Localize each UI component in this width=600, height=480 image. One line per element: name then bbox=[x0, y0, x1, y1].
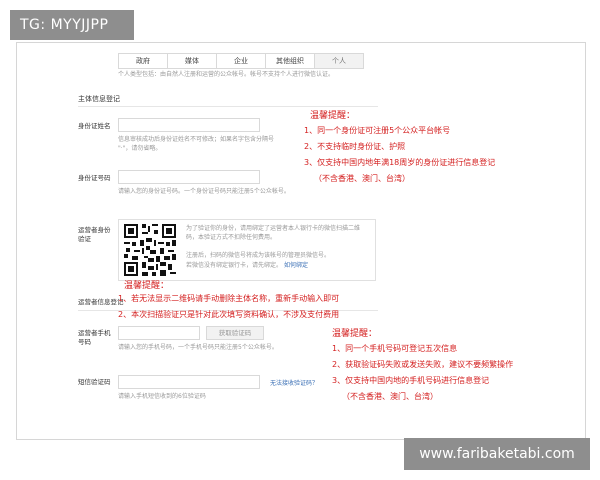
tab-media[interactable]: 媒体 bbox=[167, 53, 217, 69]
warning-box-qr: 温馨提醒： 1、若无法显示二维码请手动删除主体名称，重新手动输入即可 2、本次扫… bbox=[118, 278, 339, 323]
warning-title: 温馨提醒： bbox=[124, 281, 170, 291]
tab-government[interactable]: 政府 bbox=[118, 53, 168, 69]
phone-input[interactable] bbox=[118, 326, 200, 340]
warning-line: 2、不支持临时身份证、护照 bbox=[304, 142, 406, 151]
type-hint: 个人类型包括：由自然人注册和运营的公众帐号。帐号不支持个人进行微信认证。 bbox=[118, 71, 335, 78]
warning-title: 温馨提醒： bbox=[332, 329, 378, 339]
warning-box-id: 温馨提醒： 1、同一个身份证可注册5个公众平台帐号 2、不支持临时身份证、护照 … bbox=[304, 108, 495, 187]
channel-tag: TG: MYYJJPP bbox=[10, 10, 134, 40]
qr-code-icon[interactable] bbox=[122, 222, 178, 278]
tab-individual[interactable]: 个人 bbox=[314, 53, 364, 69]
id-name-hint: 信息审核成功后身份证姓名不可修改；如果名字包含分隔号 "·"，请勿省略。 bbox=[118, 136, 275, 152]
tab-enterprise[interactable]: 企业 bbox=[216, 53, 266, 69]
warning-line: 3、仅支持中国内地年满18周岁的身份证进行信息登记 bbox=[304, 158, 496, 167]
warning-line: 2、获取验证码失败或发送失败，建议不要频繁操作 bbox=[332, 360, 514, 369]
phone-hint: 请输入您的手机号码，一个手机号码只能注册5个公众帐号。 bbox=[118, 344, 278, 351]
sms-label: 短信验证码 bbox=[78, 378, 111, 386]
warning-line: 2、本次扫描验证只是针对此次填写资料确认，不涉及支付费用 bbox=[118, 310, 340, 319]
sms-code-input[interactable] bbox=[118, 375, 260, 389]
id-number-label: 身份证号码 bbox=[78, 174, 111, 182]
warning-box-phone: 温馨提醒： 1、同一个手机号码可登记五次信息 2、获取验证码失败或发送失败，建议… bbox=[332, 326, 513, 405]
account-type-tabs: 政府 媒体 企业 其他组织 个人 bbox=[118, 53, 364, 69]
id-number-input[interactable] bbox=[118, 170, 260, 184]
operator-verify-label: 运营者身份 验证 bbox=[78, 226, 111, 243]
tab-other-org[interactable]: 其他组织 bbox=[265, 53, 315, 69]
warning-title: 温馨提醒： bbox=[310, 111, 356, 121]
warning-line: 1、同一个身份证可注册5个公众平台帐号 bbox=[304, 126, 451, 135]
how-to-bind-link[interactable]: 如何绑定 bbox=[284, 262, 308, 269]
verify-note-2: 若微信没有绑定银行卡，请先绑定。 如何绑定 bbox=[186, 262, 308, 269]
site-watermark: www.faribaketabi.com bbox=[404, 438, 590, 470]
sms-hint: 请输入手机短信收到的6位验证码 bbox=[118, 393, 206, 400]
id-name-label: 身份证姓名 bbox=[78, 122, 111, 130]
operator-info-label: 运营者信息登记 bbox=[78, 298, 124, 306]
verify-note: 注册后，扫码的微信号将成为该帐号的管理员微信号。 bbox=[186, 252, 331, 259]
phone-label: 运营者手机 号码 bbox=[78, 329, 111, 346]
get-code-button[interactable]: 获取验证码 bbox=[206, 326, 264, 340]
divider bbox=[78, 106, 378, 107]
warning-line: （不含香港、澳门、台湾） bbox=[342, 392, 438, 401]
id-number-hint: 请输入您的身份证号码。一个身份证号码只能注册5个公众帐号。 bbox=[118, 188, 290, 195]
warning-line: 1、若无法显示二维码请手动删除主体名称，重新手动输入即可 bbox=[118, 294, 340, 303]
warning-line: （不含香港、澳门、台湾） bbox=[314, 174, 410, 183]
warning-line: 1、同一个手机号码可登记五次信息 bbox=[332, 344, 458, 353]
id-name-input[interactable] bbox=[118, 118, 260, 132]
verify-description: 为了验证你的身份，请用绑定了运营者本人银行卡的微信扫描二维码，本验证方式不扣除任… bbox=[186, 225, 361, 241]
warning-line: 3、仅支持中国内地的手机号码进行信息登记 bbox=[332, 376, 490, 385]
section-title: 主体信息登记 bbox=[78, 95, 120, 103]
cannot-receive-code-link[interactable]: 无法接收验证码？ bbox=[270, 378, 318, 387]
